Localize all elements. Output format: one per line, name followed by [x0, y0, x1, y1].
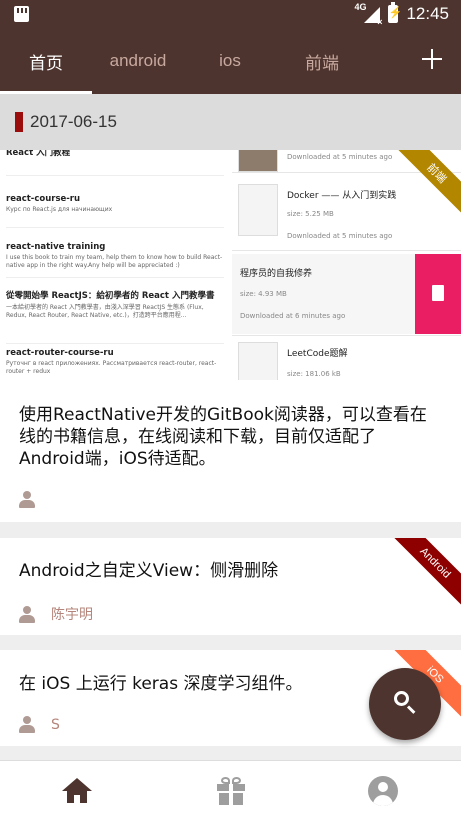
article-card[interactable]: Android Android之自定义View：侧滑删除 陈宇明 [0, 538, 461, 635]
home-icon [62, 778, 92, 804]
nav-gift[interactable] [154, 761, 308, 820]
cover-book-thumbnail [238, 342, 278, 380]
article-cover-image: React 入门教程 react-course-ru Курс по React… [0, 150, 461, 380]
search-button[interactable] [369, 668, 441, 740]
cover-book-thumbnail [238, 150, 278, 172]
date-section-header: 2017-06-15 [0, 94, 461, 150]
person-icon [19, 491, 35, 508]
bottom-navigation [0, 760, 461, 820]
category-tab-bar: 首页 android ios 前端 [0, 28, 461, 94]
person-icon [19, 605, 35, 623]
cover-book-thumbnail [238, 184, 278, 236]
person-icon [19, 716, 35, 733]
tab-android[interactable]: android [92, 28, 184, 94]
cover-swiped-row: 程序员的自我修养 size: 4.93 MB Downloaded at 6 m… [232, 254, 461, 334]
status-bar: 4G × 12:45 [0, 0, 461, 28]
cover-list-item: react-router-course-ru Руточнг в react п… [6, 348, 217, 375]
battery-charging-icon [388, 2, 402, 23]
date-label: 2017-06-15 [30, 112, 117, 131]
clock: 12:45 [406, 4, 449, 23]
cover-list-item: React 入门教程 [6, 150, 224, 176]
cover-list-item: 從零開始學 ReactJS：給初學者的 React 入門教學書 一本給初學者的 … [6, 290, 224, 344]
article-title: 使用ReactNative开发的GitBook阅读器，可以查看在线的书籍信息，在… [19, 405, 427, 469]
article-author: 陈宇明 [19, 604, 93, 624]
nav-home[interactable] [0, 761, 154, 820]
cover-list-item: react-course-ru Курс по React.js для нач… [6, 194, 224, 228]
author-name: 陈宇明 [51, 607, 93, 623]
add-icon[interactable] [421, 48, 443, 70]
cover-list-item: react-native training I use this book to… [6, 242, 224, 278]
cover-download-list: Downloaded at 5 minutes ago Docker —— 从入… [232, 150, 461, 380]
nav-account[interactable] [307, 761, 461, 820]
tab-ios[interactable]: ios [184, 28, 276, 94]
article-title: 在 iOS 上运行 keras 深度学习组件。 [19, 674, 303, 694]
sim-card-icon [14, 6, 29, 22]
trash-icon [432, 285, 444, 301]
category-ribbon: 前端 [386, 150, 461, 224]
article-card[interactable]: React 入门教程 react-course-ru Курс по React… [0, 150, 461, 522]
date-marker [15, 112, 23, 132]
cover-delete-button [415, 254, 461, 334]
signal-icon: 4G × [354, 2, 383, 27]
article-title: Android之自定义View：侧滑删除 [19, 561, 279, 581]
tab-frontend[interactable]: 前端 [276, 28, 368, 94]
gift-icon [216, 777, 245, 805]
status-indicators: 4G × 12:45 [354, 2, 449, 27]
account-icon [368, 776, 399, 806]
article-author [19, 491, 51, 508]
author-name: S [51, 716, 60, 733]
cover-book-list: React 入门教程 react-course-ru Курс по React… [0, 150, 230, 380]
tab-home[interactable]: 首页 [0, 28, 92, 94]
article-author: S [19, 716, 60, 733]
